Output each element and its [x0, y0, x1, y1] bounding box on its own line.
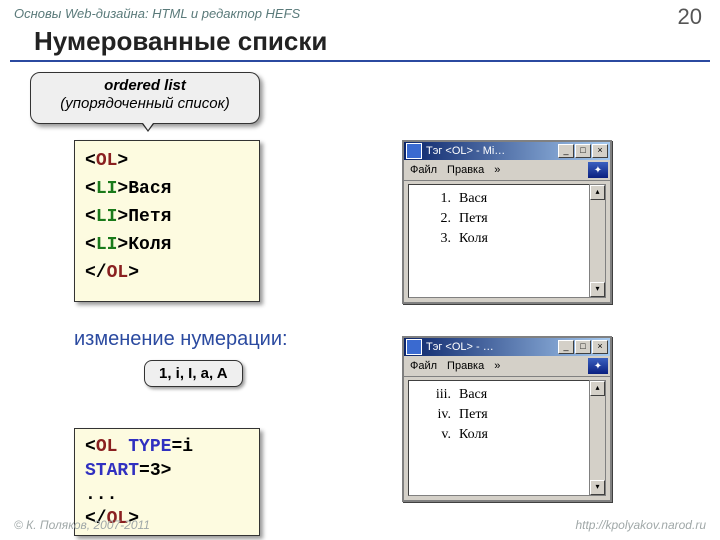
maximize-button[interactable]: □	[575, 340, 591, 354]
bubble-tail	[138, 116, 158, 130]
scroll-up-icon[interactable]: ▴	[590, 381, 605, 396]
page-number: 20	[678, 4, 702, 30]
close-button[interactable]: ×	[592, 144, 608, 158]
window-content: 1.Вася 2.Петя 3.Коля	[408, 184, 590, 298]
window-content: iii.Вася iv.Петя v.Коля	[408, 380, 590, 496]
page-title: Нумерованные списки	[34, 26, 327, 57]
title-underline	[10, 60, 710, 62]
ie-logo-icon: ✦	[588, 162, 608, 178]
minimize-button[interactable]: _	[558, 144, 574, 158]
footer-copyright: © К. Поляков, 2007-2011	[14, 518, 150, 532]
window-menubar: Файл Правка » ✦	[404, 356, 610, 377]
list-item: iv.Петя	[415, 405, 583, 425]
window-menubar: Файл Правка » ✦	[404, 160, 610, 181]
menu-edit[interactable]: Правка	[447, 164, 484, 176]
window-titlebar: Тэг <OL> - … _ □ ×	[404, 338, 610, 356]
list-item: iii.Вася	[415, 385, 583, 405]
window-titlebar: Тэг <OL> - Mi… _ □ ×	[404, 142, 610, 160]
menu-more-icon[interactable]: »	[494, 164, 500, 176]
scroll-down-icon[interactable]: ▾	[590, 480, 605, 495]
browser-window-1: Тэг <OL> - Mi… _ □ × Файл Правка » ✦ 1.В…	[402, 140, 612, 304]
minimize-button[interactable]: _	[558, 340, 574, 354]
ie-logo-icon: ✦	[588, 358, 608, 374]
bubble-line1: ordered list	[31, 77, 259, 95]
menu-file[interactable]: Файл	[410, 164, 437, 176]
menu-edit[interactable]: Правка	[447, 360, 484, 372]
list-item: 1.Вася	[415, 189, 583, 209]
breadcrumb: Основы Web-дизайна: HTML и редактор HEFS	[14, 6, 300, 21]
code-block-1: <OL> <LI>Вася <LI>Петя <LI>Коля </OL>	[74, 140, 260, 302]
scrollbar[interactable]: ▴ ▾	[589, 380, 606, 496]
list-item: 2.Петя	[415, 209, 583, 229]
scrollbar[interactable]: ▴ ▾	[589, 184, 606, 298]
window-title: Тэг <OL> - Mi…	[426, 145, 557, 157]
app-icon	[406, 143, 422, 159]
scroll-down-icon[interactable]: ▾	[590, 282, 605, 297]
menu-file[interactable]: Файл	[410, 360, 437, 372]
window-title: Тэг <OL> - …	[426, 341, 557, 353]
maximize-button[interactable]: □	[575, 144, 591, 158]
bubble-line2: (упорядоченный список)	[31, 95, 259, 113]
list-item: 3.Коля	[415, 229, 583, 249]
subheading: изменение нумерации:	[74, 328, 288, 351]
scroll-up-icon[interactable]: ▴	[590, 185, 605, 200]
close-button[interactable]: ×	[592, 340, 608, 354]
list-item: v.Коля	[415, 425, 583, 445]
type-options-chip: 1, i, I, a, A	[144, 360, 243, 387]
footer-url: http://kpolyakov.narod.ru	[575, 518, 706, 532]
browser-window-2: Тэг <OL> - … _ □ × Файл Правка » ✦ iii.В…	[402, 336, 612, 502]
app-icon	[406, 339, 422, 355]
menu-more-icon[interactable]: »	[494, 360, 500, 372]
